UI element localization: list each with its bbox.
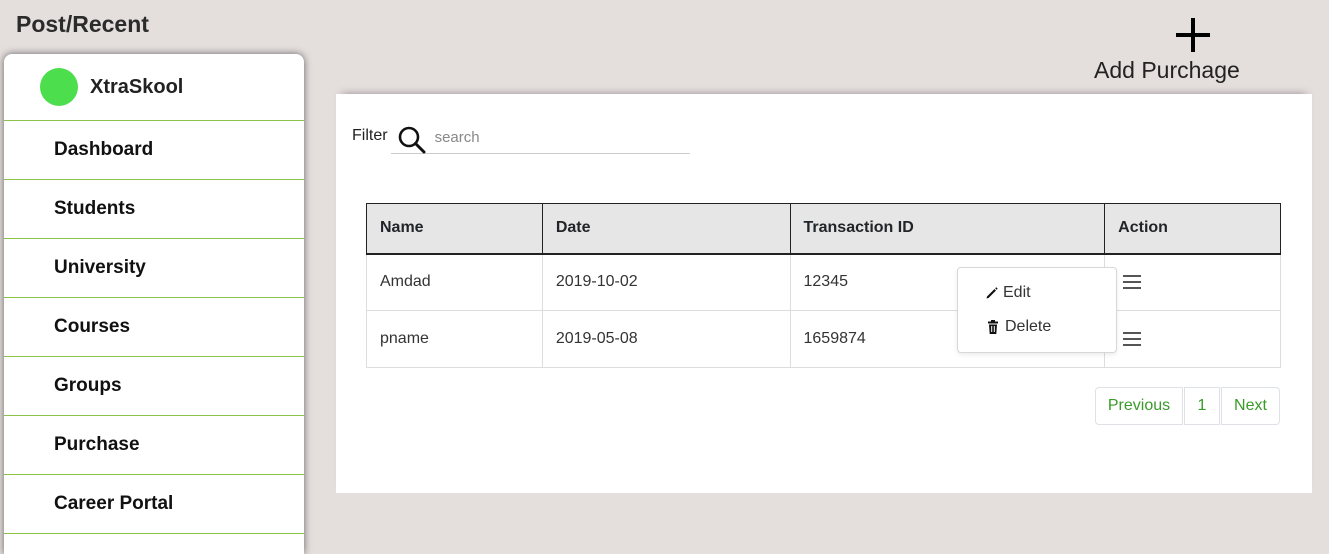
search-input[interactable] xyxy=(434,126,685,148)
sidebar-item-label: University xyxy=(54,257,146,278)
search-icon xyxy=(398,126,426,154)
sidebar-item-label: Career Portal xyxy=(54,493,174,514)
sidebar-item-courses[interactable]: Courses xyxy=(4,298,304,357)
purchase-table: Name Date Transaction ID Action Amdad 20… xyxy=(366,203,1281,368)
sidebar-item-label: Purchase xyxy=(54,434,140,455)
sidebar-item-career-portal[interactable]: Career Portal xyxy=(4,475,304,534)
cell-name: pname xyxy=(366,310,543,368)
add-purchase-label: Add Purchage xyxy=(1094,57,1240,83)
column-header-date[interactable]: Date xyxy=(541,203,791,255)
filter-label: Filter xyxy=(352,127,388,144)
table-row: Amdad 2019-10-02 12345 xyxy=(366,253,1281,311)
column-header-transaction-id[interactable]: Transaction ID xyxy=(789,203,1106,255)
sidebar-item-university[interactable]: University xyxy=(4,239,304,298)
sidebar-item-purchase[interactable]: Purchase xyxy=(4,416,304,475)
cell-action xyxy=(1104,253,1281,311)
sidebar-item-label: Courses xyxy=(54,316,131,337)
hamburger-menu-icon[interactable] xyxy=(1123,274,1143,290)
hamburger-menu-icon[interactable] xyxy=(1123,331,1143,347)
sidebar-item-dashboard[interactable]: Dashboard xyxy=(4,121,304,180)
brand-logo xyxy=(40,68,78,106)
delete-label: Delete xyxy=(1005,318,1052,335)
next-page-button[interactable]: Next xyxy=(1221,387,1280,425)
cell-name: Amdad xyxy=(366,253,543,311)
brand-name: XtraSkool xyxy=(90,75,184,98)
previous-page-button[interactable]: Previous xyxy=(1095,387,1183,425)
pencil-icon xyxy=(986,287,998,299)
pagination: Previous 1 Next xyxy=(1095,387,1280,425)
column-header-action: Action xyxy=(1104,203,1281,255)
cell-date: 2019-10-02 xyxy=(541,253,791,311)
search-box xyxy=(390,120,690,154)
trash-icon xyxy=(988,320,998,334)
filter-bar: Filter xyxy=(352,120,690,154)
cell-action xyxy=(1104,310,1281,368)
page-title: Post/Recent xyxy=(16,11,149,37)
brand[interactable]: XtraSkool xyxy=(4,54,304,121)
edit-label: Edit xyxy=(1003,284,1031,301)
column-header-name[interactable]: Name xyxy=(366,203,543,255)
sidebar-item-groups[interactable]: Groups xyxy=(4,357,304,416)
purchase-panel: Filter Name Date Transaction ID Action A… xyxy=(336,94,1312,493)
sidebar-item-students[interactable]: Students xyxy=(4,180,304,239)
action-dropdown-menu: Edit Delete xyxy=(957,267,1117,353)
cell-date: 2019-05-08 xyxy=(541,310,791,368)
plus-icon xyxy=(1176,18,1210,52)
sidebar-item-label: Groups xyxy=(54,375,122,396)
add-purchase-button[interactable]: Add Purchage xyxy=(1092,18,1252,84)
sidebar-item-label: Students xyxy=(54,198,136,219)
table-header-row: Name Date Transaction ID Action xyxy=(366,203,1281,255)
edit-menu-item[interactable]: Edit xyxy=(985,284,1031,302)
delete-menu-item[interactable]: Delete xyxy=(985,318,1051,336)
page-1-button[interactable]: 1 xyxy=(1184,387,1220,425)
table-row: pname 2019-05-08 1659874 xyxy=(366,310,1281,368)
sidebar: XtraSkool Dashboard Students University … xyxy=(4,54,304,554)
sidebar-item-label: Dashboard xyxy=(54,139,154,160)
